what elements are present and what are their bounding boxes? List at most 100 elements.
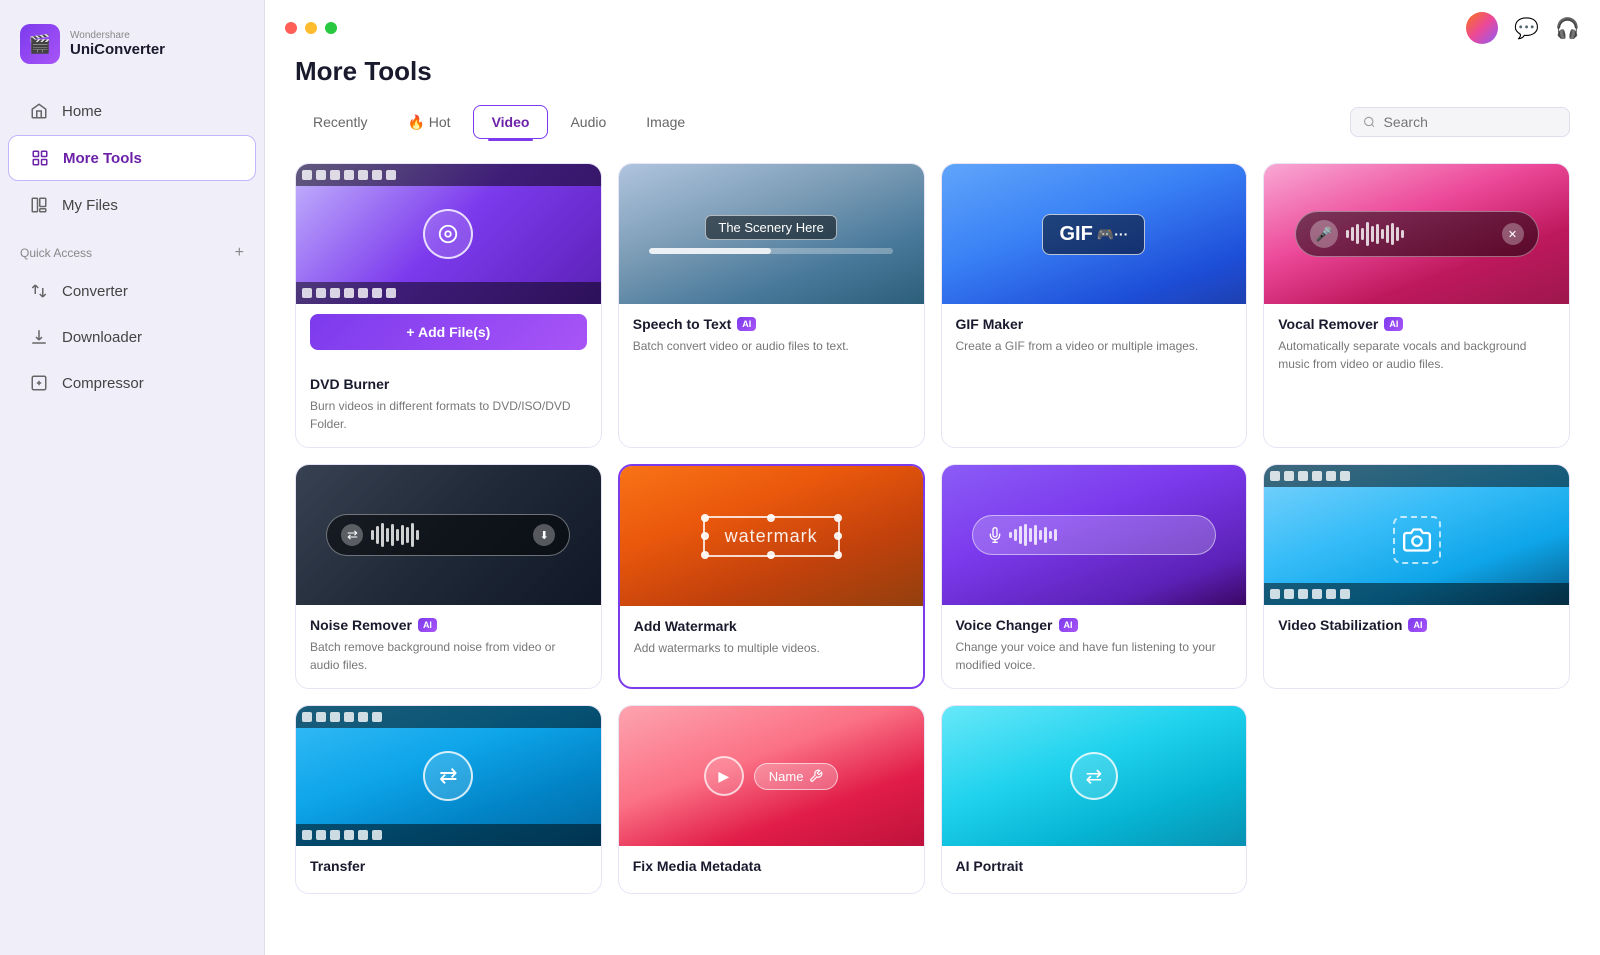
downloader-icon <box>28 326 50 348</box>
ai-badge-stab: AI <box>1408 618 1427 632</box>
user-avatar[interactable] <box>1466 12 1498 44</box>
voice-card-title: Voice Changer AI <box>956 617 1233 633</box>
dvd-card-title: DVD Burner <box>310 376 587 392</box>
vocal-card-body: Vocal Remover AI Automatically separate … <box>1264 304 1569 387</box>
wm-handle-tl <box>701 514 709 522</box>
gif-card-body: GIF Maker Create a GIF from a video or m… <box>942 304 1247 369</box>
mic-voice-icon <box>987 527 1003 543</box>
sidebar-item-downloader[interactable]: Downloader <box>8 315 256 359</box>
gif-card-desc: Create a GIF from a video or multiple im… <box>956 337 1233 355</box>
quick-access-add-button[interactable]: + <box>235 244 244 262</box>
tool-card-add-watermark[interactable]: watermark Add W <box>618 464 925 689</box>
wrench-icon <box>809 769 823 783</box>
tool-card-dvd-burner[interactable]: + Add File(s) DVD Burner Burn videos in … <box>295 163 602 448</box>
add-files-button[interactable]: + Add File(s) <box>310 314 587 350</box>
voice-overlay <box>942 465 1247 605</box>
tool-card-voice-changer[interactable]: Voice Changer AI Change your voice and h… <box>941 464 1248 689</box>
sidebar-item-converter[interactable]: Converter <box>8 269 256 313</box>
minimize-dot[interactable] <box>305 22 317 34</box>
tool-card-speech-to-text[interactable]: The Scenery Here Speech to Text AI Batch… <box>618 163 925 448</box>
film-strip-bottom <box>296 282 601 304</box>
tab-recently[interactable]: Recently <box>295 106 385 138</box>
tab-hot[interactable]: 🔥 Hot <box>389 106 468 139</box>
dvd-card-body: DVD Burner Burn videos in different form… <box>296 364 601 447</box>
quick-access-header: Quick Access + <box>0 228 264 268</box>
stab-card-title: Video Stabilization AI <box>1278 617 1555 633</box>
noise-card-desc: Batch remove background noise from video… <box>310 638 587 674</box>
search-box[interactable] <box>1350 107 1570 137</box>
transfer-film-bottom <box>296 824 601 846</box>
arrow-down: ⬇ <box>533 524 555 546</box>
tool-card-transfer[interactable]: ⇄ Transfer <box>295 705 602 894</box>
search-input[interactable] <box>1384 114 1557 130</box>
speech-progress-bar <box>649 248 893 254</box>
stab-film-bottom <box>1264 583 1569 605</box>
ai-badge-vocal: AI <box>1384 317 1403 331</box>
compressor-label: Compressor <box>62 375 144 392</box>
titlebar: 💬 🎧 <box>265 0 1600 56</box>
tool-card-ai-portrait[interactable]: ⇄ AI Portrait <box>941 705 1248 894</box>
chat-icon[interactable]: 💬 <box>1514 16 1539 41</box>
sidebar: 🎬 Wondershare UniConverter Home More Too… <box>0 0 265 955</box>
maximize-dot[interactable] <box>325 22 337 34</box>
sidebar-item-more-tools[interactable]: More Tools <box>8 135 256 181</box>
metadata-name-box: Name <box>754 763 839 790</box>
tool-card-gif-maker[interactable]: GIF 🎮··· GIF Maker Create a GIF from a v… <box>941 163 1248 448</box>
noise-waveform-bars <box>371 523 525 547</box>
ai-badge: AI <box>737 317 756 331</box>
portrait-card-title: AI Portrait <box>956 858 1233 874</box>
window-controls <box>285 22 337 34</box>
converter-label: Converter <box>62 283 128 300</box>
waveform-bars <box>1346 222 1494 246</box>
wm-handle-bl <box>701 551 709 559</box>
watermark-card-title: Add Watermark <box>634 618 909 634</box>
speech-overlay: The Scenery Here <box>619 164 924 304</box>
logo-name: UniConverter <box>70 41 165 58</box>
mic-icon: 🎤 <box>1310 220 1338 248</box>
logo-brand: Wondershare <box>70 30 165 41</box>
portrait-overlay: ⇄ <box>942 706 1247 846</box>
metadata-overlay: ▶ Name <box>619 706 924 846</box>
tool-card-fix-media-metadata[interactable]: ▶ Name Fix Media Metadata <box>618 705 925 894</box>
tab-bar: Recently 🔥 Hot Video Audio Image <box>295 105 1570 139</box>
wm-handle-tm <box>767 514 775 522</box>
left-arrows: ⇄ <box>341 524 363 546</box>
stab-frame <box>1393 516 1441 564</box>
logo-icon: 🎬 <box>20 24 60 64</box>
tool-card-noise-remover[interactable]: ⇄ ⬇ Noise Remover AI Batch remove backgr… <box>295 464 602 689</box>
my-files-label: My Files <box>62 197 118 214</box>
tool-card-vocal-remover[interactable]: 🎤 ✕ Vocal Remover AI Automatically separ <box>1263 163 1570 448</box>
speech-progress-fill <box>649 248 771 254</box>
gif-label: GIF 🎮··· <box>1042 214 1145 255</box>
quick-access-label: Quick Access <box>20 246 92 260</box>
sidebar-item-home[interactable]: Home <box>8 89 256 133</box>
tab-video[interactable]: Video <box>473 105 549 139</box>
gif-card-title: GIF Maker <box>956 316 1233 332</box>
tab-image[interactable]: Image <box>628 106 703 138</box>
transfer-icon: ⇄ <box>423 751 473 801</box>
logo-text: Wondershare UniConverter <box>70 30 165 58</box>
vocal-card-desc: Automatically separate vocals and backgr… <box>1278 337 1555 373</box>
portrait-card-body: AI Portrait <box>942 846 1247 893</box>
transfer-card-title: Transfer <box>310 858 587 874</box>
camera-icon <box>1403 526 1431 554</box>
my-files-icon <box>28 194 50 216</box>
tools-grid: + Add File(s) DVD Burner Burn videos in … <box>295 163 1570 894</box>
headphone-icon[interactable]: 🎧 <box>1555 16 1580 41</box>
sidebar-item-my-files[interactable]: My Files <box>8 183 256 227</box>
noise-card-title: Noise Remover AI <box>310 617 587 633</box>
close-action: ✕ <box>1502 223 1524 245</box>
noise-overlay: ⇄ ⬇ <box>296 465 601 605</box>
more-tools-icon <box>29 147 51 169</box>
speech-text-box: The Scenery Here <box>705 215 837 240</box>
tab-audio[interactable]: Audio <box>552 106 624 138</box>
sidebar-item-compressor[interactable]: Compressor <box>8 361 256 405</box>
transfer-card-body: Transfer <box>296 846 601 893</box>
wm-handle-br <box>834 551 842 559</box>
tool-card-video-stabilization[interactable]: Video Stabilization AI <box>1263 464 1570 689</box>
close-dot[interactable] <box>285 22 297 34</box>
noise-card-body: Noise Remover AI Batch remove background… <box>296 605 601 688</box>
ai-badge-noise: AI <box>418 618 437 632</box>
vocal-waveform: 🎤 ✕ <box>1295 211 1539 257</box>
home-label: Home <box>62 103 102 120</box>
